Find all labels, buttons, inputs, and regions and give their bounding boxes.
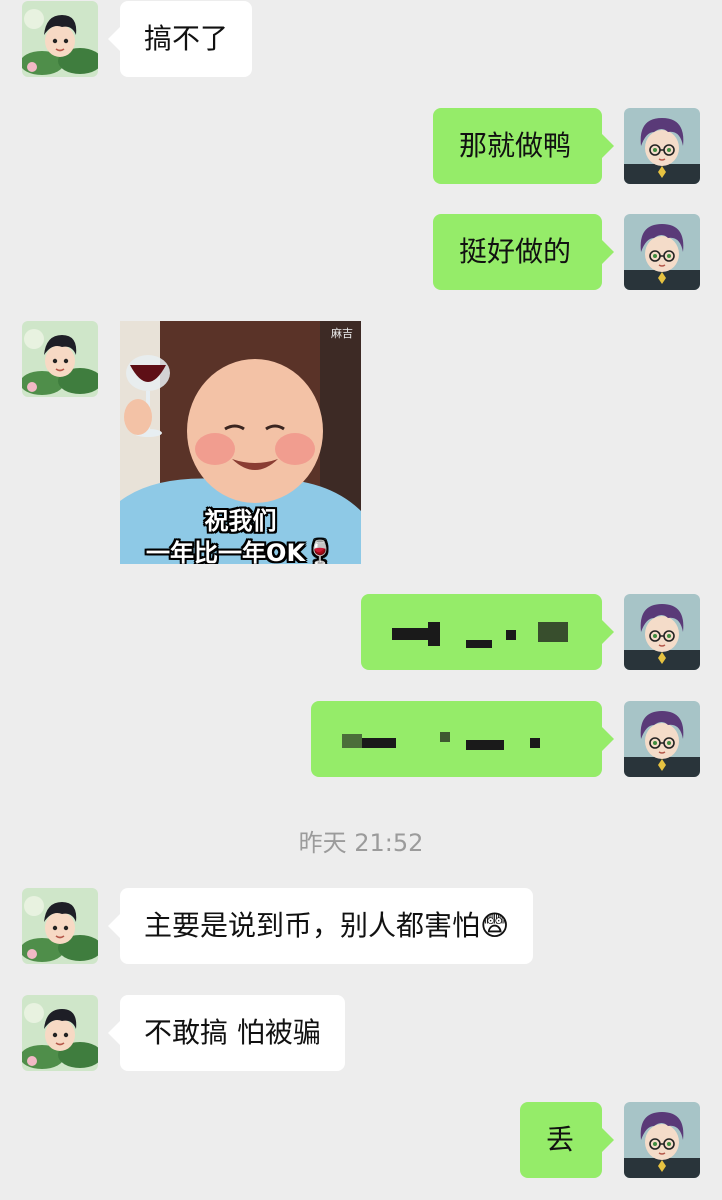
message-bubble[interactable]: 那就做鸭 xyxy=(433,108,614,184)
purple-hair-avatar-icon xyxy=(624,701,700,777)
pixelated-text-block xyxy=(530,738,540,748)
my-avatar[interactable] xyxy=(624,1102,700,1178)
pixelated-text-block xyxy=(342,734,362,748)
purple-hair-avatar-icon xyxy=(624,594,700,670)
message-bubble[interactable]: 搞不了 xyxy=(107,1,253,77)
message-bubble[interactable]: 丢 xyxy=(520,1102,614,1178)
cartoon-boy-avatar-icon xyxy=(22,995,98,1071)
pixelated-text-block xyxy=(538,622,568,642)
pixelated-text-block xyxy=(392,628,428,640)
pixelated-text-block xyxy=(428,622,440,646)
pixelated-text-block xyxy=(440,732,450,742)
my-avatar[interactable] xyxy=(624,214,700,290)
pixelated-text-block xyxy=(362,738,396,748)
contact-avatar[interactable] xyxy=(22,1,98,77)
message-bubble[interactable]: 不敢搞 怕被骗 xyxy=(108,995,345,1071)
my-avatar[interactable] xyxy=(624,108,700,184)
purple-hair-avatar-icon xyxy=(624,214,700,290)
message-bubble[interactable]: 挺好做的 xyxy=(433,214,614,290)
message-bubble[interactable]: 主要是说到币，别人都害怕😨 xyxy=(107,888,534,964)
my-avatar[interactable] xyxy=(624,594,700,670)
cartoon-boy-avatar-icon xyxy=(22,888,98,964)
sticker-image[interactable]: 麻吉 祝我们 一年比一年OK🍷 xyxy=(120,321,361,564)
my-avatar[interactable] xyxy=(624,701,700,777)
contact-avatar[interactable] xyxy=(22,321,98,397)
pixelated-text-block xyxy=(466,640,492,648)
pixelated-text-block xyxy=(506,630,516,640)
purple-hair-avatar-icon xyxy=(624,108,700,184)
contact-avatar[interactable] xyxy=(22,888,98,964)
sticker-caption-line1: 祝我们 xyxy=(204,507,277,535)
contact-avatar[interactable] xyxy=(22,995,98,1071)
sticker-watermark: 麻吉 xyxy=(331,327,353,340)
sticker-caption-line2: 一年比一年OK🍷 xyxy=(146,539,335,564)
purple-hair-avatar-icon xyxy=(624,1102,700,1178)
pixelated-text-block xyxy=(466,740,504,750)
message-timestamp: 昨天 21:52 xyxy=(298,829,424,857)
cartoon-boy-avatar-icon xyxy=(22,1,98,77)
cartoon-boy-avatar-icon xyxy=(22,321,98,397)
